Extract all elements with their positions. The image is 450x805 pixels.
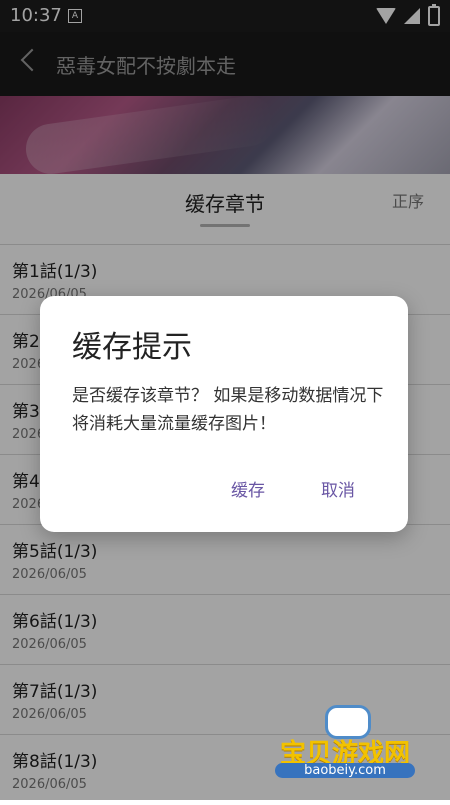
- dialog-title: 缓存提示: [72, 330, 192, 365]
- watermark: 宝贝游戏网 baobeiy.com: [275, 705, 415, 778]
- dialog-message: 是否缓存该章节？ 如果是移动数据情况下将消耗大量流量缓存图片！: [72, 386, 384, 434]
- watermark-domain: baobeiy.com: [275, 763, 415, 778]
- cache-button[interactable]: 缓存: [231, 476, 265, 501]
- cache-dialog: 缓存提示 是否缓存该章节？ 如果是移动数据情况下将消耗大量流量缓存图片！ 缓存 …: [40, 296, 408, 532]
- cancel-button[interactable]: 取消: [321, 476, 355, 501]
